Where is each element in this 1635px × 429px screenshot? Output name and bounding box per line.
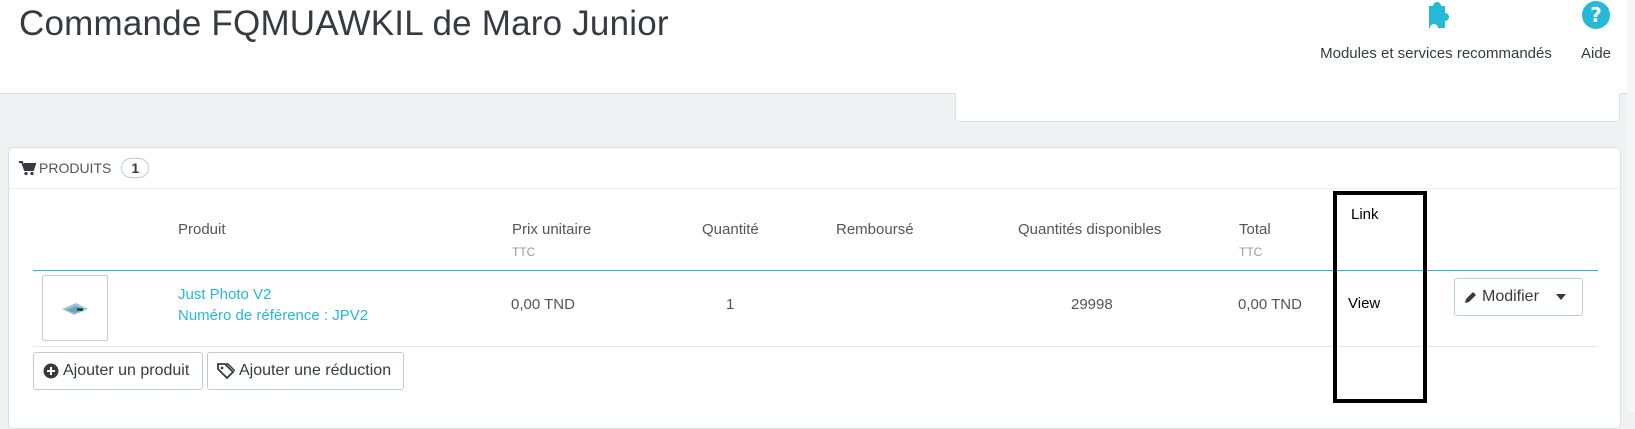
product-quantity: 1 bbox=[726, 296, 735, 313]
customer-panel-bottom bbox=[955, 93, 1620, 122]
table-header-border bbox=[33, 270, 1598, 271]
shopping-cart-icon bbox=[19, 160, 36, 176]
product-unit-price: 0,00 TND bbox=[511, 296, 575, 313]
product-image bbox=[62, 303, 88, 315]
product-total: 0,00 TND bbox=[1238, 296, 1302, 313]
tags-icon bbox=[217, 363, 235, 379]
help-icon: ? bbox=[1570, 0, 1622, 34]
recommended-modules-button[interactable]: Modules et services recommandés bbox=[1316, 0, 1556, 62]
add-product-button[interactable]: Ajouter un produit bbox=[33, 352, 203, 390]
page-header: Commande FQMUAWKIL de Maro Junior Module… bbox=[0, 0, 1635, 94]
product-name-link[interactable]: Just Photo V2 bbox=[178, 286, 271, 303]
column-header-quantity: Quantité bbox=[702, 221, 759, 238]
edit-product-button[interactable]: Modifier bbox=[1454, 278, 1583, 316]
column-unit-price-sub: TTC bbox=[512, 245, 536, 259]
add-discount-label: Ajouter une réduction bbox=[239, 362, 392, 379]
product-available-quantity: 29998 bbox=[1071, 296, 1113, 313]
page-scrollbar[interactable] bbox=[1627, 0, 1635, 412]
recommended-modules-label: Modules et services recommandés bbox=[1320, 45, 1552, 62]
link-column-header: Link bbox=[1351, 206, 1379, 223]
column-product-label: Produit bbox=[178, 221, 226, 238]
svg-text:?: ? bbox=[1590, 3, 1602, 27]
help-label: Aide bbox=[1580, 45, 1612, 62]
column-header-available: Quantités disponibles bbox=[1018, 221, 1161, 238]
puzzle-icon bbox=[1316, 0, 1556, 34]
column-header-total: Total TTC bbox=[1239, 221, 1271, 259]
column-header-unit-price: Prix unitaire TTC bbox=[512, 221, 591, 259]
column-unit-price-label: Prix unitaire bbox=[512, 221, 592, 238]
column-quantity-label: Quantité bbox=[702, 221, 759, 238]
products-panel-heading: PRODUITS 1 bbox=[19, 154, 150, 182]
page-title: Commande FQMUAWKIL de Maro Junior bbox=[19, 4, 669, 43]
column-header-product: Produit bbox=[178, 221, 226, 238]
product-thumbnail bbox=[42, 275, 108, 341]
edit-product-label: Modifier bbox=[1482, 288, 1539, 305]
product-reference-link[interactable]: Numéro de référence : JPV2 bbox=[178, 307, 368, 324]
column-header-refunded: Remboursé bbox=[836, 221, 914, 238]
column-total-label: Total bbox=[1239, 221, 1271, 238]
column-refunded-label: Remboursé bbox=[836, 221, 914, 238]
column-total-sub: TTC bbox=[1239, 245, 1263, 259]
help-button[interactable]: ? Aide bbox=[1570, 0, 1622, 62]
add-discount-button[interactable]: Ajouter une réduction bbox=[207, 352, 404, 390]
products-count-badge: 1 bbox=[121, 158, 150, 178]
table-row-border bbox=[33, 346, 1598, 347]
products-panel-title: PRODUITS bbox=[39, 160, 112, 176]
column-available-label: Quantités disponibles bbox=[1018, 221, 1162, 238]
panel-heading-divider bbox=[9, 188, 1620, 189]
add-product-label: Ajouter un produit bbox=[63, 362, 190, 379]
plus-circle-icon bbox=[43, 363, 59, 379]
view-link[interactable]: View bbox=[1348, 295, 1380, 312]
pencil-icon bbox=[1465, 292, 1476, 303]
products-panel: PRODUITS 1 Produit Prix unitaire TTC Qua… bbox=[8, 147, 1621, 429]
caret-down-icon[interactable] bbox=[1555, 293, 1567, 301]
